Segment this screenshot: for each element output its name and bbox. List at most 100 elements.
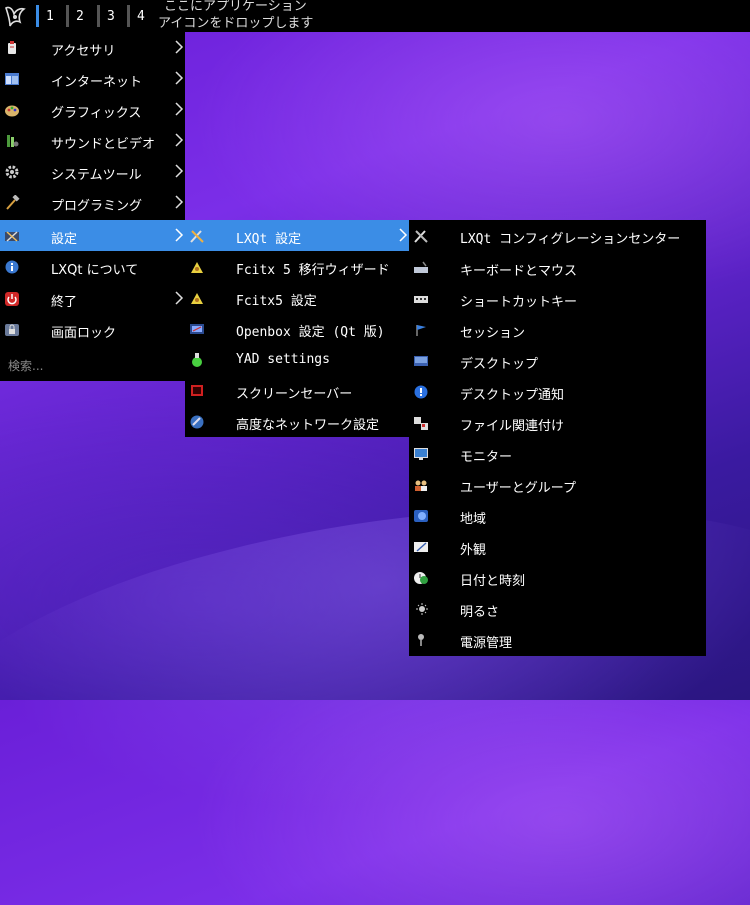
openbox-icon [190,324,204,334]
chevron-right-icon [175,228,184,242]
chevron-right-icon [399,228,408,242]
network-icon [190,415,204,429]
menu-item-label: Fcitx 5 移行ウィザード [236,263,390,278]
menu-item-multimedia[interactable]: サウンドとビデオ [0,125,185,156]
quicklaunch-hint: ここにアプリケーション [164,0,307,14]
menu-item-date-time[interactable]: 日付と時刻 [409,562,706,593]
menu-item-label: 明るさ [460,605,500,620]
menu-item-desktop-notifications[interactable]: デスクトップ通知 [409,376,706,407]
menu-item-yad-settings[interactable]: YAD settings [185,344,409,375]
power-management-icon [418,634,424,646]
workspace-label: 1 [46,9,54,24]
menu-item-leave[interactable]: 終了 [0,283,185,314]
menu-item-settings[interactable]: 設定 [0,220,185,251]
menu-item-label: LXQt について [51,263,139,278]
menu-item-keyboard-mouse[interactable]: キーボードとマウス [409,252,706,283]
menu-item-label: YAD settings [236,352,330,367]
menu-item-label: 日付と時刻 [460,574,526,589]
menu-item-label: Openbox 設定 (Qt 版) [236,325,385,340]
menu-item-label: セッション [460,326,526,341]
multimedia-icon [7,135,19,147]
workspace-3-button[interactable]: 3 [95,3,123,29]
menu-item-label: キーボードとマウス [460,264,578,279]
menu-item-internet[interactable]: インターネット [0,63,185,94]
menu-item-label: インターネット [51,75,143,90]
menu-item-label: Fcitx5 設定 [236,294,317,309]
menu-item-accessories[interactable]: アクセサリ [0,32,185,63]
chevron-right-icon [175,133,184,147]
lock-icon [5,324,19,336]
settings-icon [5,231,19,242]
fcitx-config-icon [191,293,203,304]
workspace-label: 3 [107,9,115,24]
workspace-2-button[interactable]: 2 [64,3,92,29]
menu-item-label: 地域 [460,512,487,527]
programming-icon [6,195,20,210]
menu-item-graphics[interactable]: グラフィックス [0,94,185,125]
menu-item-label: ショートカットキー [460,295,578,310]
menu-item-system-tools[interactable]: システムツール [0,156,185,187]
menu-item-label: スクリーンセーバー [236,387,353,402]
menu-item-openbox-config[interactable]: Openbox 設定 (Qt 版) [185,313,409,344]
menu-item-fcitx5-config[interactable]: Fcitx5 設定 [185,282,409,313]
menu-item-about[interactable]: LXQt について [0,251,185,282]
about-icon [5,260,19,274]
session-icon [416,325,426,336]
search-placeholder: 検索... [8,359,44,373]
menu-item-label: LXQt 設定 [236,232,302,247]
menu-item-brightness[interactable]: 明るさ [409,593,706,624]
main-menu-button[interactable] [2,2,28,30]
menu-item-lock-screen[interactable]: 画面ロック [0,314,185,345]
menu-item-desktop[interactable]: デスクトップ [409,345,706,376]
quicklaunch-drop-area[interactable]: ここにアプリケーション アイコンをドロップします [158,0,313,32]
shortcut-keys-icon [414,296,428,303]
keyboard-mouse-icon [414,261,428,273]
chevron-right-icon [175,102,184,116]
menu-item-file-associations[interactable]: ファイル関連付け [409,407,706,438]
users-groups-icon [415,480,427,491]
menu-item-users-groups[interactable]: ユーザーとグループ [409,469,706,500]
date-time-icon [414,572,428,584]
screensaver-icon [191,385,203,396]
menu-item-label: 画面ロック [51,326,117,341]
chevron-right-icon [175,195,184,209]
lxqt-settings-icon [190,230,204,243]
lxqt-logo-icon [5,6,26,27]
quicklaunch-hint: アイコンをドロップします [158,16,314,31]
chevron-right-icon [175,71,184,85]
menu-item-session[interactable]: セッション [409,314,706,345]
menu-item-label: サウンドとビデオ [51,137,156,152]
main-menu: アクセサリ インターネット グラフィックス サウンドとビデオ システムツール プ… [0,32,185,381]
menu-item-shortcut-keys[interactable]: ショートカットキー [409,283,706,314]
menu-item-label: ユーザーとグループ [460,481,576,496]
workspace-4-button[interactable]: 4 [125,3,153,29]
system-tools-icon [5,165,19,179]
workspace-label: 4 [137,9,145,24]
menu-item-label: 高度なネットワーク設定 [236,418,380,433]
menu-item-locale[interactable]: 地域 [409,500,706,531]
brightness-icon [416,603,428,615]
menu-item-label: グラフィックス [51,106,142,121]
menu-item-appearance[interactable]: 外観 [409,531,706,562]
workspace-1-button[interactable]: 1 [34,3,62,29]
graphics-icon [5,105,19,117]
menu-item-fcitx-migrator[interactable]: Fcitx 5 移行ウィザード [185,251,409,282]
menu-item-programming[interactable]: プログラミング [0,187,185,218]
settings-submenu: LXQt 設定 Fcitx 5 移行ウィザード Fcitx5 設定 Openbo… [185,220,409,437]
power-icon [5,292,19,306]
monitor-icon [414,448,428,460]
locale-icon [414,510,428,522]
menu-item-monitor[interactable]: モニター [409,438,706,469]
menu-item-config-center[interactable]: LXQt コンフィグレーションセンター [409,220,706,251]
menu-item-screensaver[interactable]: スクリーンセーバー [185,375,409,406]
chevron-right-icon [175,40,184,54]
menu-item-network-settings[interactable]: 高度なネットワーク設定 [185,406,409,437]
menu-item-label: 電源管理 [460,636,513,651]
menu-item-lxqt-settings[interactable]: LXQt 設定 [185,220,409,251]
chevron-right-icon [175,291,184,305]
menu-item-label: ファイル関連付け [460,419,565,434]
menu-item-label: 設定 [51,232,78,247]
menu-item-label: LXQt コンフィグレーションセンター [460,232,681,247]
menu-item-power-management[interactable]: 電源管理 [409,624,706,655]
workspace-label: 2 [76,9,84,24]
